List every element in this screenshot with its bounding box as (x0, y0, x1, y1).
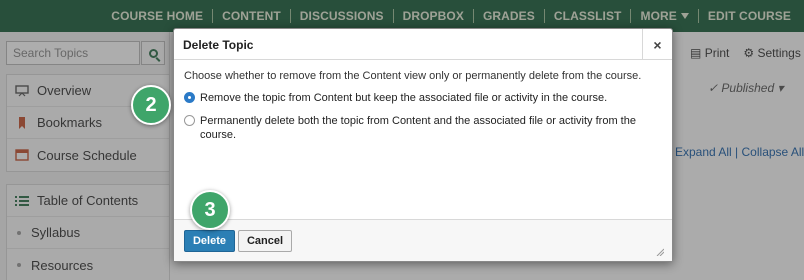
dialog-title: Delete Topic (183, 38, 254, 52)
delete-topic-dialog: Delete Topic × Choose whether to remove … (173, 28, 673, 262)
step-badge-2: 2 (131, 85, 171, 125)
radio-remove-from-content[interactable] (184, 92, 195, 103)
dialog-header: Delete Topic × (174, 29, 672, 60)
dialog-prompt: Choose whether to remove from the Conten… (184, 70, 642, 82)
step-badge-3: 3 (190, 190, 230, 230)
resize-handle-icon[interactable] (656, 245, 665, 257)
option-label: Remove the topic from Content but keep t… (200, 92, 608, 104)
option-permanently-delete[interactable]: Permanently delete both the topic from C… (184, 114, 662, 142)
radio-permanently-delete[interactable] (184, 115, 195, 126)
option-remove-from-content[interactable]: Remove the topic from Content but keep t… (184, 91, 662, 105)
close-icon[interactable]: × (642, 29, 672, 60)
cancel-button[interactable]: Cancel (238, 230, 292, 252)
dialog-body: Choose whether to remove from the Conten… (174, 61, 672, 219)
option-label: Permanently delete both the topic from C… (200, 115, 636, 141)
delete-button[interactable]: Delete (184, 230, 235, 252)
dialog-footer: Delete Cancel (174, 219, 672, 261)
